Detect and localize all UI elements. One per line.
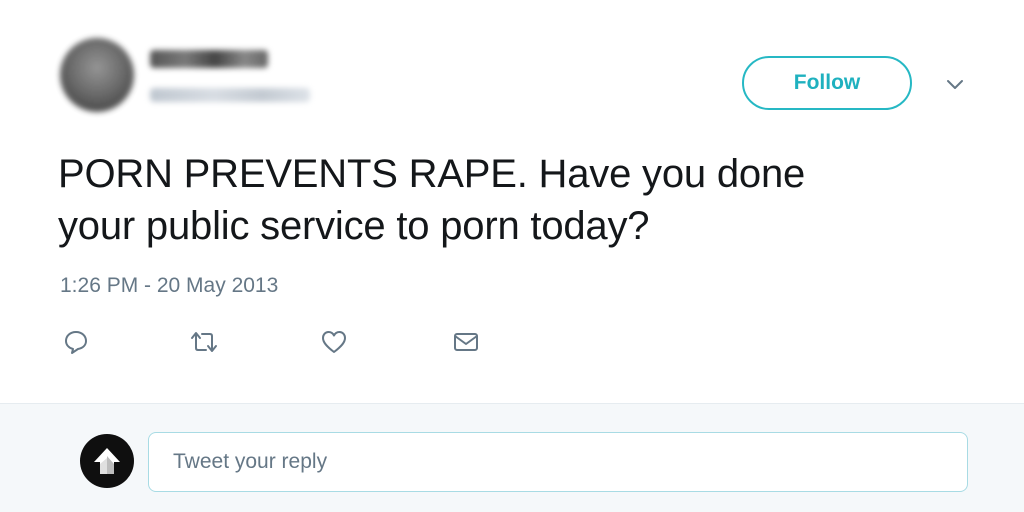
tweet-card: Amanda @redacted Follow PORN PREVENTS RA… bbox=[0, 0, 1024, 404]
like-icon[interactable] bbox=[318, 326, 350, 358]
user-logo-icon bbox=[94, 448, 120, 474]
reply-icon[interactable] bbox=[60, 326, 92, 358]
tweet-text-line: PORN PREVENTS RAPE. Have you done bbox=[58, 152, 806, 196]
retweet-icon[interactable] bbox=[188, 326, 220, 358]
current-user-avatar[interactable] bbox=[80, 434, 134, 488]
reply-input[interactable] bbox=[148, 432, 968, 492]
tweet-actions bbox=[60, 326, 540, 358]
follow-button[interactable]: Follow bbox=[742, 56, 912, 110]
tweet-text-line: your public service to porn today? bbox=[58, 204, 650, 248]
author-display-name[interactable]: Amanda bbox=[150, 50, 268, 68]
author-handle[interactable]: @redacted bbox=[150, 88, 310, 102]
chevron-down-icon[interactable] bbox=[940, 72, 970, 98]
author-avatar[interactable] bbox=[60, 38, 134, 112]
direct-message-icon[interactable] bbox=[450, 326, 482, 358]
tweet-timestamp[interactable]: 1:26 PM - 20 May 2013 bbox=[60, 274, 278, 298]
tweet-text: PORN PREVENTS RAPE. Have you done your p… bbox=[58, 148, 958, 252]
